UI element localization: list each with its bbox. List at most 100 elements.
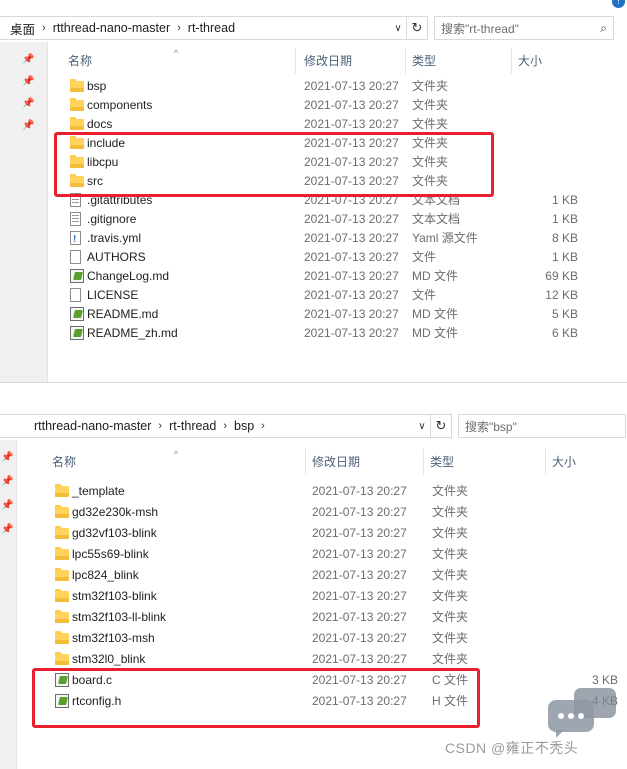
- file-row[interactable]: include 2021-07-13 20:27 文件夹: [0, 134, 627, 153]
- file-row[interactable]: src 2021-07-13 20:27 文件夹: [0, 172, 627, 191]
- file-name: LICENSE: [87, 288, 139, 302]
- column-header-type-label: 类型: [412, 54, 437, 68]
- file-name: docs: [87, 117, 113, 131]
- sort-ascending-icon: ^: [174, 449, 179, 459]
- folder-icon: [70, 117, 84, 130]
- breadcrumb-item[interactable]: rt-thread: [167, 415, 218, 437]
- file-row[interactable]: stm32f103-msh 2021-07-13 20:27 文件夹: [0, 629, 627, 648]
- search-input[interactable]: 搜索"bsp": [458, 414, 626, 438]
- breadcrumb-separator-icon[interactable]: ›: [172, 22, 186, 34]
- refresh-button[interactable]: ↻: [430, 414, 452, 438]
- file-modified-date: 2021-07-13 20:27: [304, 212, 399, 226]
- refresh-icon: ↻: [435, 418, 447, 433]
- refresh-icon: ↻: [411, 20, 423, 35]
- column-header-type[interactable]: 类型: [424, 449, 546, 475]
- code-file-icon: [70, 269, 84, 283]
- breadcrumb-item[interactable]: 桌面: [0, 17, 37, 39]
- breadcrumb-separator-icon[interactable]: ›: [256, 420, 270, 432]
- file-row[interactable]: libcpu 2021-07-13 20:27 文件夹: [0, 153, 627, 172]
- folder-icon: [55, 547, 69, 560]
- file-type: 文件夹: [432, 484, 469, 498]
- folder-icon: [70, 155, 84, 168]
- file-name: src: [87, 174, 103, 188]
- file-row[interactable]: _template 2021-07-13 20:27 文件夹: [0, 482, 627, 501]
- column-header-row: 名称 ^ 修改日期 类型 大小: [48, 48, 627, 74]
- file-name: .gitignore: [87, 212, 137, 226]
- file-modified-date: 2021-07-13 20:27: [304, 98, 399, 112]
- file-size: 1 KB: [551, 193, 578, 207]
- column-header-size[interactable]: 大小: [512, 48, 582, 74]
- file-modified-date: 2021-07-13 20:27: [312, 484, 407, 498]
- code-file-icon: [70, 307, 84, 321]
- address-dropdown-icon[interactable]: ∨: [414, 415, 430, 437]
- file-row[interactable]: bsp 2021-07-13 20:27 文件夹: [0, 77, 627, 96]
- file-type: 文件夹: [412, 98, 449, 112]
- file-type: C 文件: [432, 673, 469, 687]
- file-type: 文件夹: [432, 631, 469, 645]
- file-row[interactable]: board.c 2021-07-13 20:27 C 文件 3 KB: [0, 671, 627, 690]
- breadcrumb-item[interactable]: bsp: [232, 415, 256, 437]
- column-header-name[interactable]: 名称 ^: [46, 449, 306, 475]
- file-type: 文件夹: [412, 136, 449, 150]
- file-row[interactable]: LICENSE 2021-07-13 20:27 文件 12 KB: [0, 286, 627, 305]
- column-header-size[interactable]: 大小: [546, 449, 626, 475]
- file-icon: [70, 288, 81, 302]
- file-row[interactable]: .gitattributes 2021-07-13 20:27 文本文档 1 KB: [0, 191, 627, 210]
- file-name: .travis.yml: [87, 231, 141, 245]
- file-row[interactable]: README.md 2021-07-13 20:27 MD 文件 5 KB: [0, 305, 627, 324]
- file-row[interactable]: ChangeLog.md 2021-07-13 20:27 MD 文件 69 KB: [0, 267, 627, 286]
- folder-icon: [70, 174, 84, 187]
- column-header-date[interactable]: 修改日期: [306, 449, 424, 475]
- file-row[interactable]: docs 2021-07-13 20:27 文件夹: [0, 115, 627, 134]
- file-row[interactable]: stm32l0_blink 2021-07-13 20:27 文件夹: [0, 650, 627, 669]
- pin-icon[interactable]: 📌: [1, 452, 13, 463]
- file-type: MD 文件: [412, 326, 458, 340]
- column-header-size-label: 大小: [518, 54, 543, 68]
- search-input[interactable]: 搜索"rt-thread" ⌕: [434, 16, 614, 40]
- file-row[interactable]: .travis.yml 2021-07-13 20:27 Yaml 源文件 8 KB: [0, 229, 627, 249]
- pin-icon[interactable]: 📌: [22, 54, 34, 65]
- column-header-name[interactable]: 名称 ^: [62, 48, 296, 74]
- code-file-icon: [55, 673, 69, 687]
- column-header-type[interactable]: 类型: [406, 48, 512, 74]
- file-type: 文件夹: [432, 526, 469, 540]
- breadcrumb-item[interactable]: rt-thread: [186, 17, 237, 39]
- file-row[interactable]: rtconfig.h2021-07-13 20:27H 文件4 KB: [0, 692, 627, 711]
- file-row[interactable]: gd32vf103-blink 2021-07-13 20:27 文件夹: [0, 524, 627, 543]
- file-modified-date: 2021-07-13 20:27: [312, 631, 407, 645]
- file-row[interactable]: README_zh.md 2021-07-13 20:27 MD 文件 6 KB: [0, 324, 627, 343]
- file-row[interactable]: stm32f103-blink 2021-07-13 20:27 文件夹: [0, 587, 627, 606]
- window-gap: [0, 382, 627, 410]
- refresh-button[interactable]: ↻: [406, 16, 428, 40]
- file-row[interactable]: components 2021-07-13 20:27 文件夹: [0, 96, 627, 115]
- file-modified-date: 2021-07-13 20:27: [304, 79, 399, 93]
- file-type: 文件夹: [412, 79, 449, 93]
- file-type: 文本文档: [412, 193, 461, 207]
- folder-icon: [55, 631, 69, 644]
- file-row[interactable]: stm32f103-ll-blink 2021-07-13 20:27 文件夹: [0, 608, 627, 627]
- file-row[interactable]: gd32e230k-msh 2021-07-13 20:27 文件夹: [0, 503, 627, 522]
- address-bar[interactable]: 桌面 › rtthread-nano-master › rt-thread ∨: [0, 16, 408, 40]
- column-header-date[interactable]: 修改日期: [298, 48, 406, 74]
- file-row[interactable]: lpc824_blink 2021-07-13 20:27 文件夹: [0, 566, 627, 585]
- address-dropdown-icon[interactable]: ∨: [390, 17, 406, 39]
- address-bar[interactable]: rtthread-nano-master › rt-thread › bsp ›…: [0, 414, 432, 438]
- file-modified-date: 2021-07-13 20:27: [312, 673, 407, 687]
- breadcrumb-item[interactable]: rtthread-nano-master: [0, 415, 153, 437]
- file-modified-date: 2021-07-13 20:27: [312, 505, 407, 519]
- breadcrumb-separator-icon[interactable]: ›: [218, 420, 232, 432]
- yaml-file-icon: [70, 230, 81, 249]
- file-modified-date: 2021-07-13 20:27: [312, 547, 407, 561]
- breadcrumb-separator-icon[interactable]: ›: [153, 420, 167, 432]
- breadcrumb-item[interactable]: rtthread-nano-master: [51, 17, 172, 39]
- file-modified-date: 2021-07-13 20:27: [304, 117, 399, 131]
- breadcrumb-separator-icon[interactable]: ›: [37, 22, 51, 34]
- file-name: ChangeLog.md: [87, 269, 170, 283]
- file-modified-date: 2021-07-13 20:27: [304, 174, 399, 188]
- search-icon: ⌕: [600, 21, 607, 35]
- file-row[interactable]: AUTHORS 2021-07-13 20:27 文件 1 KB: [0, 248, 627, 267]
- file-name: gd32e230k-msh: [72, 505, 159, 519]
- file-name: README.md: [87, 307, 159, 321]
- file-row[interactable]: lpc55s69-blink 2021-07-13 20:27 文件夹: [0, 545, 627, 564]
- file-row[interactable]: .gitignore 2021-07-13 20:27 文本文档 1 KB: [0, 210, 627, 229]
